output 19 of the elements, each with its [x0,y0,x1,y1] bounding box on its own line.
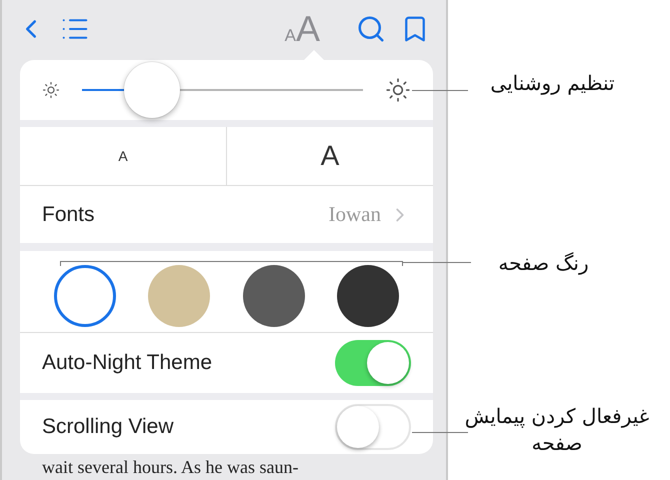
slider-thumb[interactable] [124,62,180,118]
annotation-label: تنظیم روشنایی [489,70,616,97]
font-value: Iowan [328,202,381,227]
toggle-label: Auto-Night Theme [42,351,212,375]
fonts-label: Fonts [42,202,95,226]
brightness-slider[interactable] [82,62,363,118]
search-icon[interactable] [356,14,386,44]
toggle-label: Scrolling View [42,415,174,439]
fonts-row[interactable]: Fonts Iowan [20,186,433,243]
leader-line [412,90,468,91]
leader-line [403,262,471,263]
annotation-label: غیرفعال کردن پیمایش صفحه [464,403,650,457]
leader-line [412,432,468,433]
toggle-switch[interactable] [335,404,411,450]
annotation-label: رنگ صفحه [497,250,590,277]
toggle-switch[interactable] [335,340,411,386]
sun-icon [385,77,411,103]
page-text: wait several hours. As he was saun- [41,456,300,478]
sun-icon [42,81,60,99]
